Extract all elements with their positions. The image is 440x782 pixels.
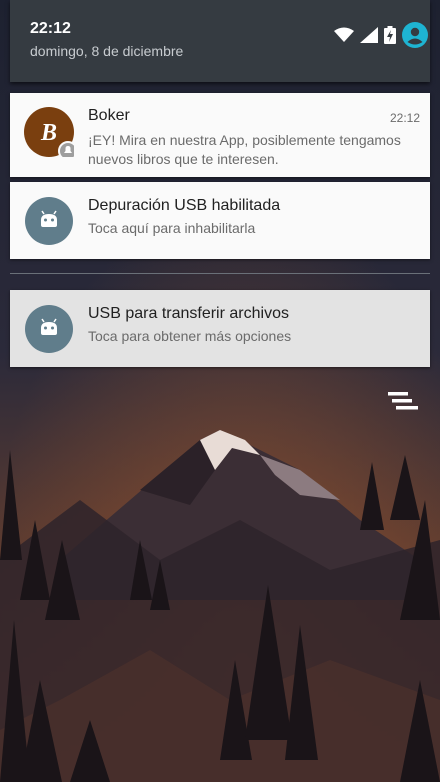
notification-text: ¡EY! Mira en nuestra App, posiblemente t… — [88, 132, 401, 167]
battery-charging-icon — [384, 26, 396, 49]
divider — [10, 273, 430, 274]
wifi-icon — [334, 27, 354, 48]
account-icon[interactable] — [402, 22, 428, 53]
clear-all-icon[interactable] — [388, 390, 422, 416]
android-icon — [24, 304, 74, 354]
android-icon — [24, 196, 74, 246]
notification-app-name: Boker — [88, 107, 130, 124]
notification-shade-header: 22:12 domingo, 8 de diciembre — [0, 0, 440, 82]
system-status-icons — [334, 22, 428, 53]
boker-logo-letter: B — [40, 120, 57, 146]
notification-usb-file-transfer[interactable]: USB para transferir archivos Toca para o… — [10, 290, 430, 367]
notification-usb-debugging[interactable]: Depuración USB habilitada Toca aquí para… — [10, 182, 430, 259]
notification-title: Depuración USB habilitada — [88, 197, 281, 214]
date-label[interactable]: domingo, 8 de diciembre — [30, 43, 183, 59]
notification-text: Toca para obtener más opciones — [88, 328, 292, 344]
notification-time: 22:12 — [389, 111, 420, 125]
boker-logo-icon: B — [24, 107, 78, 161]
notification-text: Toca aquí para inhabilitarla — [88, 220, 256, 236]
signal-icon — [360, 27, 378, 48]
clock-time: 22:12 — [30, 20, 71, 37]
notification-boker[interactable]: B Boker 22:12 ¡EY! Mira en nuestra App, … — [10, 93, 430, 177]
notification-title: USB para transferir archivos — [88, 305, 289, 322]
